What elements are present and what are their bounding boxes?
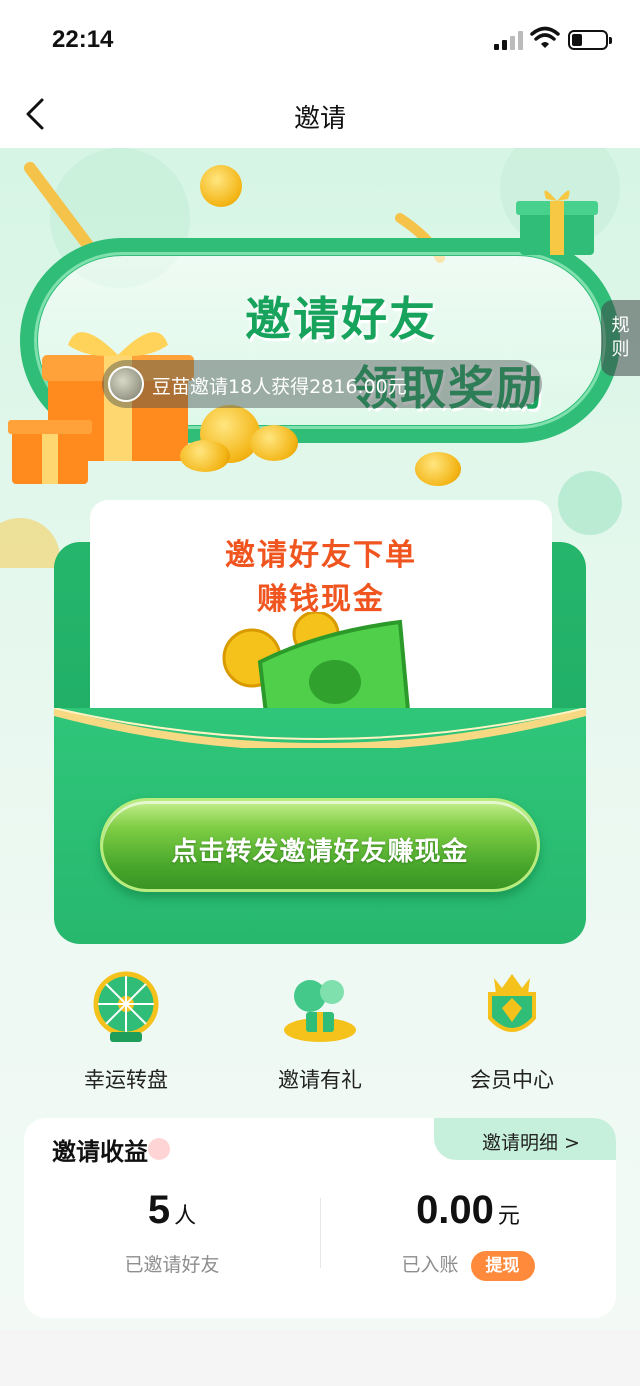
cellular-signal-icon <box>494 30 524 50</box>
income-title: 邀请收益 <box>52 1138 148 1166</box>
coin-icon <box>180 440 230 472</box>
crown-badge-icon <box>488 974 536 1032</box>
share-invite-label: 点击转发邀请好友赚现金 <box>171 837 469 867</box>
invite-detail-link[interactable]: 邀请明细 > <box>482 1128 580 1155</box>
income-amount-stat: 0.00 元 已入账 提现 <box>320 1188 616 1281</box>
entry-lucky-wheel[interactable]: 幸运转盘 <box>46 960 206 1092</box>
envelope-flap <box>54 708 586 748</box>
invite-ticker: 豆苗邀请18人获得2816.00元 <box>102 360 542 408</box>
gift-box-icon <box>516 190 598 255</box>
rules-label: 规则 <box>611 315 630 360</box>
gift-box-icon <box>8 420 92 484</box>
coin-icon <box>250 425 298 461</box>
coin-icon <box>415 452 461 486</box>
entry-invite-gift[interactable]: 邀请有礼 <box>240 960 400 1092</box>
amount-label-row: 已入账 提现 <box>320 1250 616 1281</box>
amount-unit: 元 <box>497 1204 520 1229</box>
share-invite-button[interactable]: 点击转发邀请好友赚现金 <box>100 798 540 892</box>
invited-unit: 人 <box>174 1204 197 1229</box>
invited-friends-stat: 5人 已邀请好友 <box>24 1188 320 1276</box>
avatar <box>108 366 144 402</box>
lucky-wheel-icon <box>93 971 159 1042</box>
banner-title-line1: 邀请好友 <box>245 292 437 346</box>
withdraw-button[interactable]: 提现 <box>470 1250 535 1281</box>
gift-balloon-icon <box>284 980 356 1042</box>
rules-button[interactable]: 规则 <box>601 300 640 376</box>
entry-label: 邀请有礼 <box>278 1068 362 1092</box>
entry-member-center[interactable]: 会员中心 <box>432 960 592 1092</box>
letter-headline-line1: 邀请好友下单 <box>225 538 417 573</box>
status-time: 22:14 <box>52 26 114 53</box>
entry-label: 会员中心 <box>470 1068 554 1092</box>
income-amount: 0.00 <box>416 1188 494 1232</box>
title-highlight <box>148 1138 170 1160</box>
status-bar: 22:14 <box>0 0 640 80</box>
entry-label: 幸运转盘 <box>84 1068 168 1092</box>
income-card: 邀请收益 邀请明细 > 5人 已邀请好友 0.00 元 已入账 提现 <box>24 1118 616 1318</box>
ticker-text: 豆苗邀请18人获得2816.00元 <box>152 376 407 398</box>
amount-label: 已入账 <box>401 1254 459 1276</box>
battery-icon <box>568 30 612 50</box>
nav-bar: 邀请 <box>0 80 640 148</box>
bottom-strip <box>0 1330 640 1386</box>
page-title: 邀请 <box>293 104 346 134</box>
wifi-icon <box>530 26 560 48</box>
coin-icon <box>200 165 242 207</box>
invited-label: 已邀请好友 <box>124 1254 220 1276</box>
invited-count: 5 <box>147 1188 171 1232</box>
